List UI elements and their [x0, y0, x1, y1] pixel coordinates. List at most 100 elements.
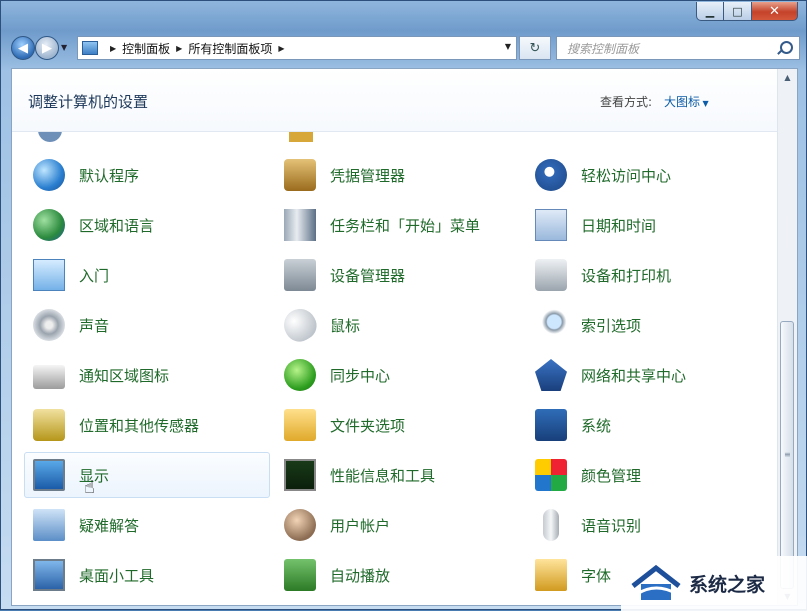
item-label: 设备和打印机: [581, 266, 672, 285]
item-sound[interactable]: 声音: [24, 302, 270, 348]
item-performance[interactable]: 性能信息和工具: [275, 452, 521, 498]
close-button[interactable]: ✕: [752, 2, 798, 21]
breadcrumb-control-panel[interactable]: 控制面板: [122, 40, 170, 57]
scroll-up-icon[interactable]: ▲: [778, 69, 797, 86]
indexing-options-icon: [535, 309, 567, 341]
item-label: 声音: [79, 316, 110, 335]
item-indexing-options[interactable]: 索引选项: [526, 302, 772, 348]
credential-manager-icon: [284, 159, 316, 191]
navigation-bar: ◀ ▶ ▼ ▶ 控制面板 ▶ 所有控制面板项 ▶ ▼ ↻: [11, 36, 801, 62]
item-label: 位置和其他传感器: [79, 416, 200, 435]
item-label: 日期和时间: [581, 216, 657, 235]
default-programs-icon: [33, 159, 65, 191]
view-by-label: 查看方式:: [600, 95, 653, 109]
partial-item-icon: [38, 132, 66, 142]
scroll-thumb[interactable]: ≡: [780, 321, 794, 589]
item-location-sensors[interactable]: 位置和其他传感器: [24, 402, 270, 448]
forward-button[interactable]: ▶: [35, 36, 59, 60]
item-ease-of-access[interactable]: 轻松访问中心: [526, 152, 772, 198]
hand-cursor-icon: ☝: [84, 477, 95, 498]
item-label: 自动播放: [330, 566, 391, 585]
device-manager-icon: [284, 259, 316, 291]
back-button[interactable]: ◀: [11, 36, 35, 60]
control-panel-icon: [82, 41, 98, 55]
item-color-management[interactable]: 颜色管理: [526, 452, 772, 498]
user-accounts-icon: [284, 509, 316, 541]
ease-of-access-icon: [535, 159, 567, 191]
getting-started-icon: [33, 259, 65, 291]
item-label: 性能信息和工具: [330, 466, 436, 485]
partial-item-icon: [289, 132, 317, 142]
color-management-icon: [535, 459, 567, 491]
mouse-icon: [278, 303, 322, 347]
breadcrumb-separator-icon[interactable]: ▶: [110, 44, 116, 53]
notification-area-icon: [33, 365, 65, 389]
house-logo-icon: [631, 564, 681, 600]
item-troubleshooting[interactable]: 疑难解答: [24, 502, 270, 548]
system-icon: [535, 409, 567, 441]
item-default-programs[interactable]: 默认程序: [24, 152, 270, 198]
desktop-gadgets-icon: [33, 559, 65, 591]
breadcrumb-all-items[interactable]: 所有控制面板项: [188, 40, 272, 57]
item-system[interactable]: 系统: [526, 402, 772, 448]
view-by-dropdown[interactable]: 大图标: [664, 93, 709, 110]
breadcrumb-separator-icon[interactable]: ▶: [278, 44, 284, 53]
vertical-scrollbar[interactable]: ▲ ≡ ▼: [777, 69, 797, 605]
minimize-button[interactable]: ▁: [696, 2, 724, 21]
autoplay-icon: [284, 559, 316, 591]
search-icon[interactable]: [780, 41, 793, 54]
item-label: 入门: [79, 266, 110, 285]
content-header: 调整计算机的设置 查看方式: 大图标: [12, 69, 779, 132]
maximize-button[interactable]: □: [724, 2, 752, 21]
item-region-language[interactable]: 区域和语言: [24, 202, 270, 248]
item-sync-center[interactable]: 同步中心: [275, 352, 521, 398]
item-network-sharing[interactable]: 网络和共享中心: [526, 352, 772, 398]
item-label: 鼠标: [330, 316, 361, 335]
item-autoplay[interactable]: 自动播放: [275, 552, 521, 598]
item-getting-started[interactable]: 入门: [24, 252, 270, 298]
folder-options-icon: [284, 409, 316, 441]
watermark-text: 系统之家: [689, 574, 766, 596]
item-mouse[interactable]: 鼠标: [275, 302, 521, 348]
item-user-accounts[interactable]: 用户帐户: [275, 502, 521, 548]
item-credential-manager[interactable]: 凭据管理器: [275, 152, 521, 198]
recent-pages-dropdown-icon[interactable]: ▼: [61, 43, 67, 52]
item-label: 用户帐户: [330, 516, 391, 535]
item-label: 轻松访问中心: [581, 166, 672, 185]
sound-icon: [33, 309, 65, 341]
item-label: 桌面小工具: [79, 566, 155, 585]
item-label: 字体: [581, 566, 612, 585]
control-panel-items: 默认程序 凭据管理器 轻松访问中心 区域和语言 任务栏和「开始」菜单 日期和时间…: [12, 132, 779, 605]
breadcrumb-separator-icon[interactable]: ▶: [176, 44, 182, 53]
address-dropdown-icon[interactable]: ▼: [505, 42, 511, 51]
item-label: 区域和语言: [79, 216, 155, 235]
date-time-icon: [535, 209, 567, 241]
address-bar[interactable]: ▶ 控制面板 ▶ 所有控制面板项 ▶ ▼: [77, 36, 517, 60]
item-label: 疑难解答: [79, 516, 140, 535]
control-panel-window: ▁ □ ✕ ◀ ▶ ▼ ▶ 控制面板 ▶ 所有控制面板项 ▶ ▼ ↻ 调整计算机…: [0, 0, 807, 611]
item-device-manager[interactable]: 设备管理器: [275, 252, 521, 298]
devices-printers-icon: [535, 259, 567, 291]
item-display[interactable]: 显示: [24, 452, 270, 498]
item-devices-printers[interactable]: 设备和打印机: [526, 252, 772, 298]
item-desktop-gadgets[interactable]: 桌面小工具: [24, 552, 270, 598]
performance-icon: [284, 459, 316, 491]
display-icon: [33, 459, 65, 491]
item-label: 同步中心: [330, 366, 391, 385]
item-label: 通知区域图标: [79, 366, 170, 385]
item-date-time[interactable]: 日期和时间: [526, 202, 772, 248]
watermark: 系统之家: [621, 556, 807, 611]
search-input[interactable]: [565, 38, 769, 60]
content-pane: 调整计算机的设置 查看方式: 大图标 默认程序 凭据管理器 轻松访问中心 区域和…: [11, 68, 798, 606]
page-title: 调整计算机的设置: [28, 93, 149, 111]
item-label: 颜色管理: [581, 466, 642, 485]
item-speech-recognition[interactable]: 语音识别: [526, 502, 772, 548]
search-box[interactable]: [556, 36, 800, 60]
item-folder-options[interactable]: 文件夹选项: [275, 402, 521, 448]
refresh-button[interactable]: ↻: [519, 36, 551, 60]
item-label: 凭据管理器: [330, 166, 406, 185]
item-notification-area[interactable]: 通知区域图标: [24, 352, 270, 398]
item-taskbar-start-menu[interactable]: 任务栏和「开始」菜单: [275, 202, 521, 248]
speech-recognition-icon: [543, 509, 559, 541]
grip-icon: ≡: [784, 450, 791, 459]
